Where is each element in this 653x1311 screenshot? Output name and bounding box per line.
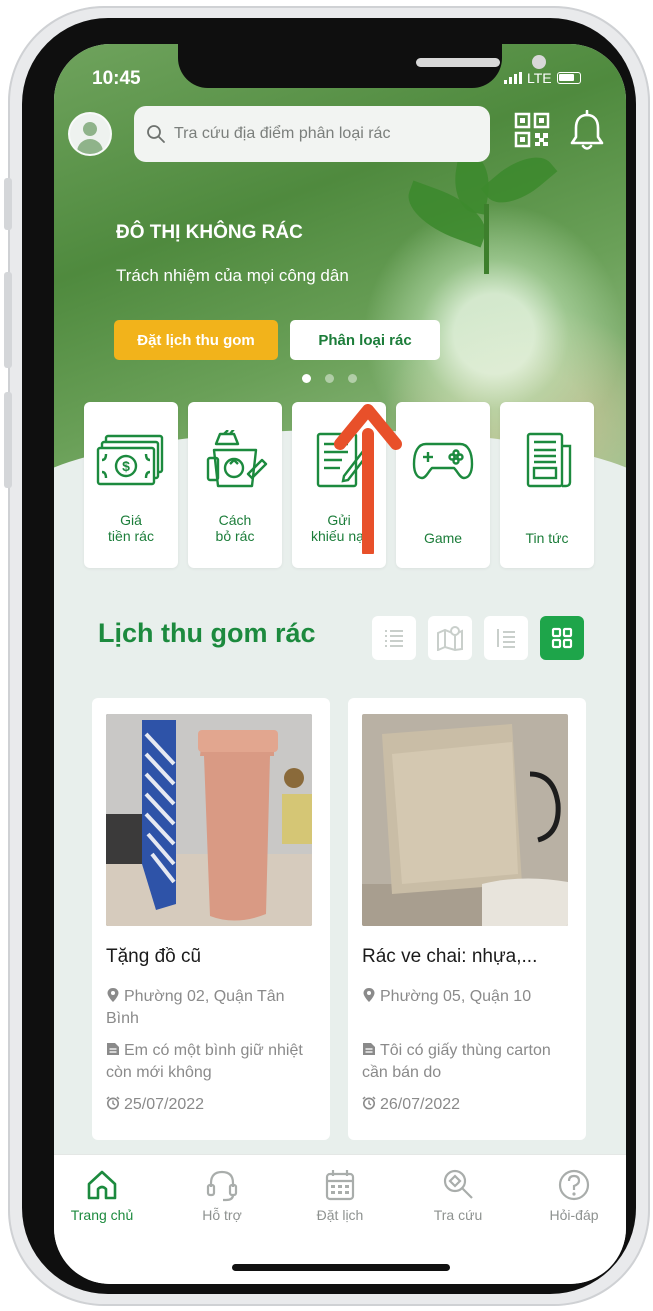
front-camera <box>532 55 546 69</box>
alarm-clock-icon <box>362 1096 376 1110</box>
map-icon <box>437 626 463 651</box>
nav-label: Hỗ trợ <box>202 1207 242 1223</box>
money-icon: $ <box>96 434 164 486</box>
home-indicator[interactable] <box>232 1264 450 1271</box>
feature-waste-price[interactable]: $ Giá tiền rác <box>84 402 178 568</box>
speaker <box>416 58 500 67</box>
document-icon <box>363 1043 375 1055</box>
nav-label: Trang chủ <box>70 1207 134 1223</box>
feature-label: Tin tức <box>525 530 569 546</box>
gamepad-icon <box>412 442 474 480</box>
recycle-bin-icon <box>206 430 268 488</box>
annotation-arrow <box>334 404 402 554</box>
post-photo <box>362 714 568 926</box>
alarm-clock-icon <box>106 1096 120 1110</box>
search-icon <box>147 125 165 143</box>
post-card[interactable]: Tặng đồ cũ Phường 02, Quận Tân Bình Em c… <box>92 698 330 1140</box>
nav-faq[interactable]: Hỏi-đáp <box>524 1167 624 1223</box>
phone-volume-down <box>4 392 12 488</box>
nav-label: Đặt lịch <box>316 1207 364 1223</box>
paper-bag-photo <box>362 714 568 926</box>
feature-how-to-dispose[interactable]: Cách bỏ rác <box>188 402 282 568</box>
search-placeholder: Tra cứu địa điểm phân loại rác <box>174 125 391 142</box>
grid-icon <box>551 627 573 649</box>
post-date: 25/07/2022 <box>106 1094 316 1116</box>
post-description: Tôi có giấy thùng carton cần bán do <box>362 1042 551 1081</box>
nav-lookup[interactable]: Tra cứu <box>408 1167 508 1223</box>
bell-icon[interactable] <box>568 110 606 152</box>
document-icon <box>107 1043 119 1055</box>
post-card[interactable]: Rác ve chai: nhựa,... Phường 05, Quận 10… <box>348 698 586 1140</box>
location-pin-icon <box>363 988 375 1002</box>
post-photo <box>106 714 312 926</box>
network-label: LTE <box>527 70 552 86</box>
phone-notch <box>178 44 546 88</box>
view-mode-toggles <box>372 616 584 660</box>
battery-icon <box>556 72 581 84</box>
feature-news[interactable]: Tin tức <box>500 402 594 568</box>
post-date: 26/07/2022 <box>362 1094 572 1116</box>
schedule-pickup-button[interactable]: Đặt lịch thu gom <box>114 320 278 360</box>
newspaper-icon <box>526 432 572 488</box>
phone-mute-switch <box>4 178 12 230</box>
feature-label: Giá tiền rác <box>108 512 154 544</box>
carousel-dot[interactable] <box>302 374 311 383</box>
headset-icon <box>206 1170 238 1202</box>
schedule-section-title: Lịch thu gom rác <box>98 618 316 648</box>
search-input[interactable]: Tra cứu địa điểm phân loại rác <box>134 106 490 162</box>
hero-subtitle: Trách nhiệm của mọi công dân <box>116 266 349 285</box>
nav-label: Tra cứu <box>433 1207 483 1223</box>
list-view-button[interactable] <box>372 616 416 660</box>
feature-label: Cách bỏ rác <box>215 512 255 544</box>
nav-support[interactable]: Hỗ trợ <box>172 1167 272 1223</box>
calendar-icon <box>325 1170 355 1201</box>
avatar[interactable] <box>68 112 112 156</box>
search-magnifier-icon <box>443 1169 473 1199</box>
signal-icon <box>504 72 522 84</box>
status-indicators: LTE <box>504 70 581 86</box>
numbered-list-icon <box>497 629 515 648</box>
nav-schedule[interactable]: Đặt lịch <box>290 1167 390 1223</box>
post-location: Phường 05, Quận 10 <box>362 986 572 1008</box>
post-location: Phường 02, Quận Tân Bình <box>106 988 285 1027</box>
status-time: 10:45 <box>92 68 141 89</box>
location-pin-icon <box>107 988 119 1002</box>
carousel-dots[interactable] <box>302 374 357 383</box>
feature-label: Game <box>423 530 463 546</box>
carousel-dot[interactable] <box>348 374 357 383</box>
phone-volume-up <box>4 272 12 368</box>
app-screen: 10:45 LTE Tra cứu địa điểm phân loại rác… <box>54 44 626 1284</box>
sprout-stem <box>484 204 489 274</box>
nav-home[interactable]: Trang chủ <box>54 1167 152 1223</box>
help-icon <box>558 1169 590 1201</box>
classify-waste-button[interactable]: Phân loại rác <box>290 320 440 360</box>
numbered-list-view-button[interactable] <box>484 616 528 660</box>
post-title: Tặng đồ cũ <box>106 946 202 967</box>
list-icon <box>385 630 403 647</box>
thermos-photo <box>106 714 312 926</box>
nav-label: Hỏi-đáp <box>549 1207 599 1223</box>
svg-text:$: $ <box>122 458 130 474</box>
feature-game[interactable]: Game <box>396 402 490 568</box>
post-title: Rác ve chai: nhựa,... <box>362 946 538 967</box>
leaf-decoration <box>480 143 558 217</box>
post-description: Em có một bình giữ nhiệt còn mới không <box>106 1042 303 1081</box>
hero-title: ĐÔ THỊ KHÔNG RÁC <box>116 222 303 243</box>
grid-view-button[interactable] <box>540 616 584 660</box>
qr-code-icon[interactable] <box>514 112 550 148</box>
carousel-dot[interactable] <box>325 374 334 383</box>
home-icon <box>87 1170 117 1200</box>
map-view-button[interactable] <box>428 616 472 660</box>
